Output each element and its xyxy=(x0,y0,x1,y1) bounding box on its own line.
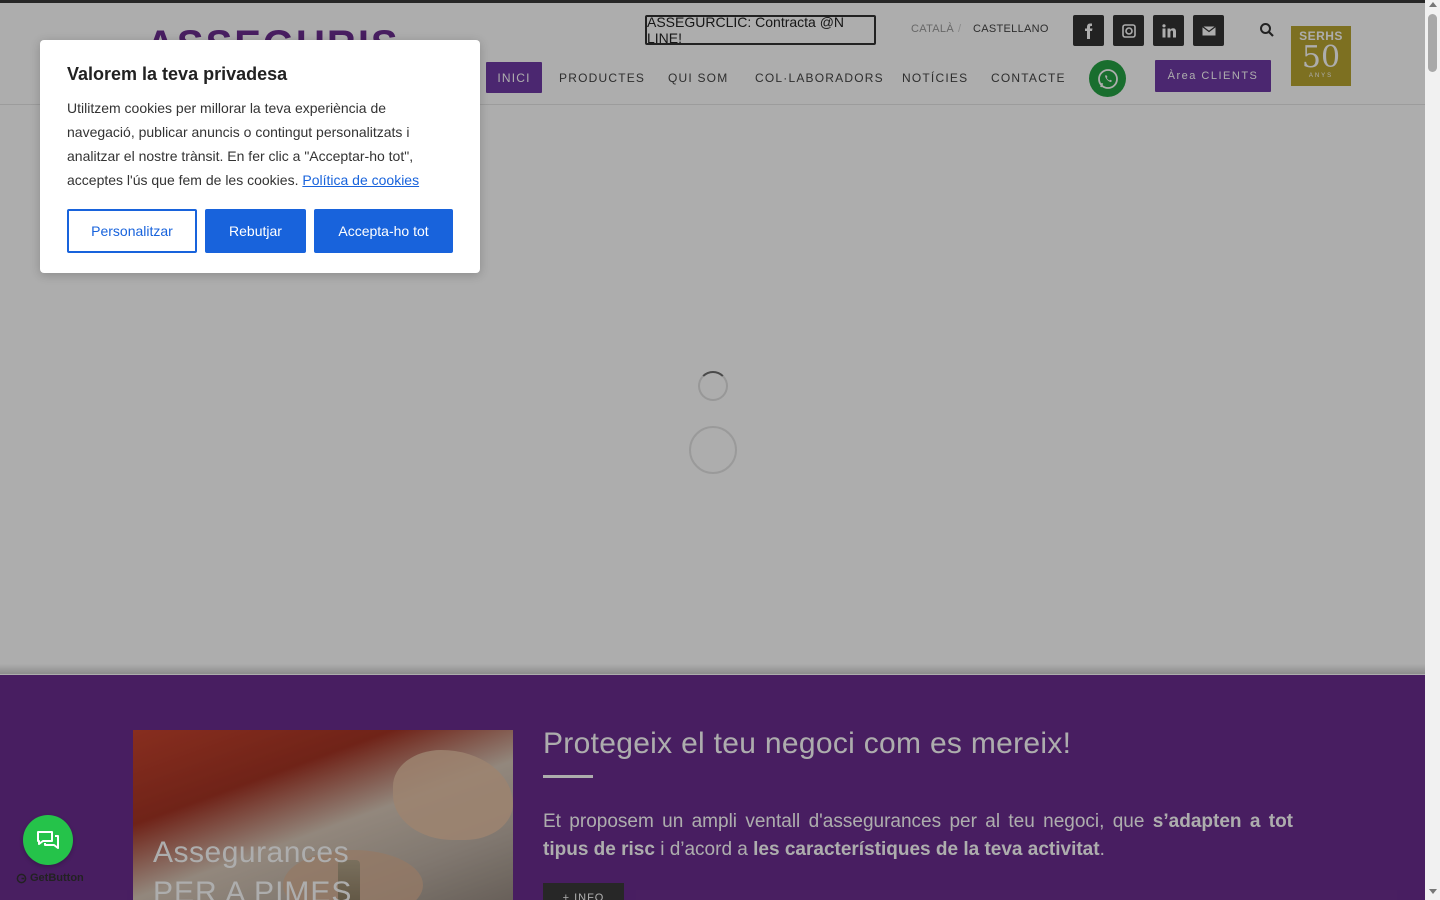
reject-button[interactable]: Rebutjar xyxy=(205,209,306,253)
scroll-up-arrow-icon[interactable] xyxy=(1429,2,1437,7)
cookie-policy-link[interactable]: Política de cookies xyxy=(302,172,419,188)
cookie-text: Utilitzem cookies per millorar la teva e… xyxy=(67,96,457,192)
scrollbar-thumb[interactable] xyxy=(1428,14,1437,72)
getbutton-credit[interactable]: GetButton xyxy=(16,872,84,884)
page: ASSEGURIS ASSEGURCLIC: Contracta @N LINE… xyxy=(0,0,1425,900)
chat-bubbles-icon xyxy=(37,831,59,849)
cookie-title: Valorem la teva privadesa xyxy=(67,64,288,84)
getbutton-label: GetButton xyxy=(30,872,84,884)
page-scrollbar[interactable] xyxy=(1425,0,1440,900)
getbutton-logo-icon xyxy=(16,873,27,883)
chat-widget-button[interactable] xyxy=(23,815,73,865)
scroll-down-arrow-icon[interactable] xyxy=(1429,889,1437,894)
cookie-consent-dialog: Valorem la teva privadesa Utilitzem cook… xyxy=(40,40,480,273)
customize-button[interactable]: Personalitzar xyxy=(67,209,197,253)
accept-all-button[interactable]: Accepta-ho tot xyxy=(314,209,453,253)
